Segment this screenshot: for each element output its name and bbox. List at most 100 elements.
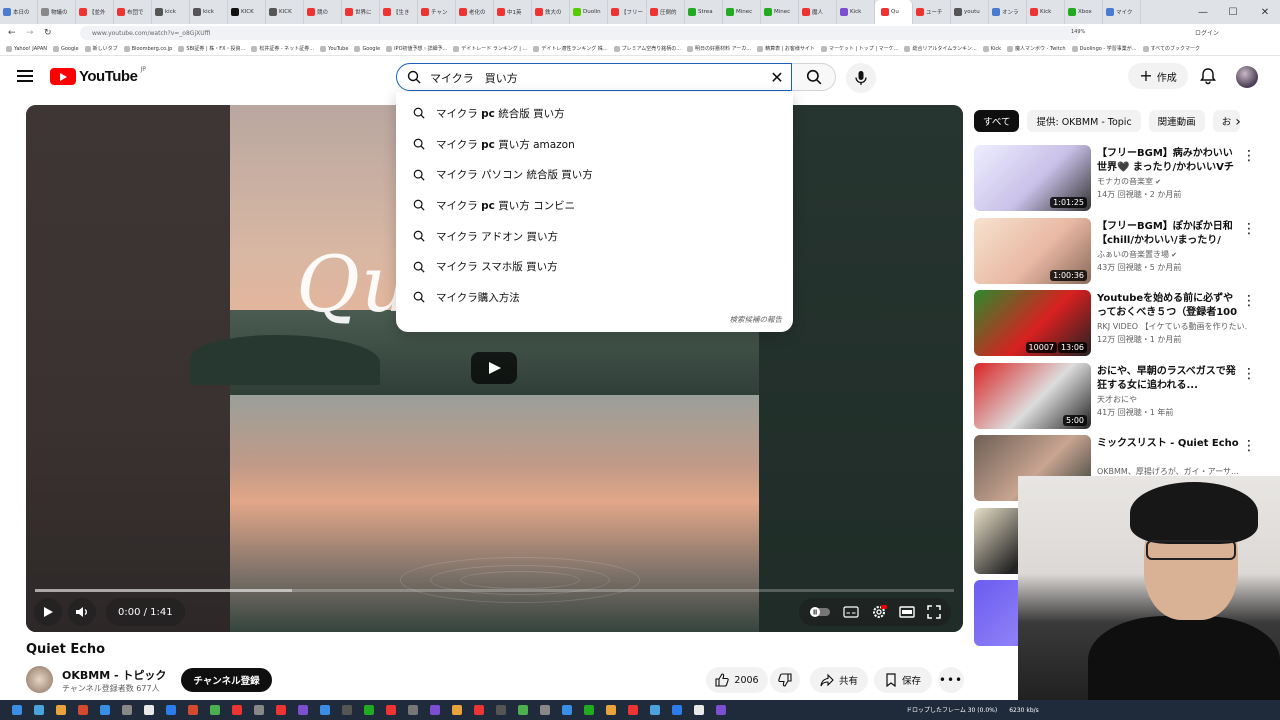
browser-tab[interactable]: ユーチ	[913, 0, 952, 24]
bookmark-item[interactable]: IPO初値予想・詳細予...	[386, 45, 447, 52]
taskbar-app-icon[interactable]	[452, 705, 462, 715]
browser-tab[interactable]: Xbox	[1065, 0, 1104, 24]
search-input[interactable]: マイクラ 買い方 ✕	[396, 63, 792, 91]
recommended-video[interactable]: 5:00 おにや、早朝のラスベガスで発狂する女に追われる... 天才おにや 41万 回…	[974, 362, 1280, 429]
recommended-video[interactable]: 1:01:25 【フリーBGM】病みかわいい世界🖤 まったり/かわいいVチル...…	[974, 145, 1280, 211]
settings-gear-icon[interactable]	[871, 604, 887, 620]
taskbar-app-icon[interactable]	[650, 705, 660, 715]
bookmark-item[interactable]: Google	[354, 45, 380, 52]
more-vertical-icon[interactable]: ⋮	[1242, 147, 1256, 165]
filter-chip[interactable]: 関連動画	[1148, 110, 1205, 132]
browser-tab[interactable]: 競の	[304, 0, 342, 24]
taskbar-app-icon[interactable]	[540, 705, 550, 715]
recommended-title[interactable]: Youtubeを始める前に必ずやっておくべき５つ（登録者100人...	[1097, 292, 1242, 320]
recommended-channel[interactable]: ふぁいの音楽置き場 ✔	[1097, 249, 1247, 260]
subtitles-icon[interactable]	[843, 606, 859, 618]
taskbar-app-icon[interactable]	[606, 705, 616, 715]
bookmark-item[interactable]: 総合リアルタイムランキン...	[904, 45, 977, 52]
browser-tab[interactable]: 魔人	[799, 0, 838, 24]
recommended-title[interactable]: 【フリーBGM】ぽかぽか日和【chill/かわいい/まったり/作...	[1097, 220, 1242, 248]
bookmark-item[interactable]: デイトレ適性ランキング 株...	[533, 45, 608, 52]
taskbar-app-icon[interactable]	[562, 705, 572, 715]
taskbar-app-icon[interactable]	[188, 705, 198, 715]
taskbar-app-icon[interactable]	[210, 705, 220, 715]
chevron-right-icon[interactable]: ›	[1228, 112, 1248, 132]
browser-tab[interactable]: 鉄大の	[532, 0, 570, 24]
taskbar-app-icon[interactable]	[584, 705, 594, 715]
large-play-button[interactable]	[471, 352, 517, 384]
browser-tab[interactable]: Qu	[875, 0, 914, 24]
browser-tab[interactable]: KICK	[266, 0, 304, 24]
taskbar-app-icon[interactable]	[100, 705, 110, 715]
browser-tab[interactable]: 世界に	[342, 0, 380, 24]
browser-tab[interactable]: 物議の	[38, 0, 76, 24]
taskbar-app-icon[interactable]	[298, 705, 308, 715]
taskbar-app-icon[interactable]	[276, 705, 286, 715]
back-icon[interactable]: ←	[8, 28, 16, 38]
taskbar-app-icon[interactable]	[430, 705, 440, 715]
search-suggestion[interactable]: マイクラ購入方法	[396, 282, 793, 313]
taskbar-app-icon[interactable]	[518, 705, 528, 715]
taskbar-app-icon[interactable]	[144, 705, 154, 715]
more-vertical-icon[interactable]: ⋮	[1242, 365, 1256, 383]
browser-tab[interactable]: youtu	[951, 0, 990, 24]
forward-icon[interactable]: →	[26, 28, 34, 38]
taskbar-app-icon[interactable]	[496, 705, 506, 715]
search-query-text[interactable]: マイクラ 買い方	[430, 70, 518, 86]
search-suggestion[interactable]: マイクラ パソコン 統合版 買い方	[396, 159, 793, 190]
taskbar-app-icon[interactable]	[78, 705, 88, 715]
bookmark-item[interactable]: 精算表 | お客様サイト	[757, 45, 815, 52]
bookmark-item[interactable]: Bloomberg.co.jp	[123, 45, 172, 52]
taskbar-app-icon[interactable]	[232, 705, 242, 715]
taskbar-app-icon[interactable]	[254, 705, 264, 715]
browser-tab[interactable]: チャン	[418, 0, 456, 24]
bookmark-item[interactable]: Kick	[982, 45, 1001, 52]
recommended-channel[interactable]: RKJ VIDEO 【イケている動画を作りたい...	[1097, 321, 1247, 332]
bookmark-item[interactable]: デイトレード ランキング | ...	[453, 45, 527, 52]
bookmark-item[interactable]: YouTube	[320, 45, 348, 52]
zoom-indicator[interactable]: 149%	[1071, 29, 1085, 35]
browser-tab[interactable]: Strea	[685, 0, 724, 24]
browser-tab[interactable]: 布団で	[114, 0, 152, 24]
recommended-channel[interactable]: 天才おにや	[1097, 394, 1247, 405]
taskbar-app-icon[interactable]	[672, 705, 682, 715]
browser-tab[interactable]: 老化の	[456, 0, 494, 24]
mute-button[interactable]	[68, 598, 96, 626]
autoplay-toggle-icon[interactable]	[809, 606, 831, 618]
bookmark-item[interactable]: プレミアム空売り銘柄の...	[613, 45, 681, 52]
bookmark-item[interactable]: Yahoo! JAPAN	[6, 45, 47, 52]
theater-mode-icon[interactable]	[899, 606, 915, 618]
browser-tab[interactable]: kick	[190, 0, 228, 24]
video-thumbnail[interactable]: 1:01:25	[974, 145, 1091, 211]
report-suggestions-link[interactable]: 検索候補の報告	[730, 314, 783, 325]
channel-name[interactable]: OKBMM - トピック	[62, 667, 166, 683]
dislike-button[interactable]	[770, 667, 800, 693]
search-suggestion[interactable]: マイクラ スマホ版 買い方	[396, 251, 793, 282]
bookmark-item[interactable]: SBI証券 | 株・FX・投資...	[178, 45, 245, 52]
search-suggestion[interactable]: マイクラ pc 買い方 amazon	[396, 129, 793, 160]
browser-tab[interactable]: オンラ	[989, 0, 1028, 24]
subscribe-button[interactable]: チャンネル登録	[181, 668, 272, 692]
channel-avatar[interactable]	[26, 666, 53, 693]
taskbar-app-icon[interactable]	[386, 705, 396, 715]
taskbar-app-icon[interactable]	[628, 705, 638, 715]
more-vertical-icon[interactable]: ⋮	[1242, 220, 1256, 238]
notifications-bell-icon[interactable]	[1198, 66, 1218, 86]
search-button[interactable]	[792, 63, 836, 91]
taskbar-app-icon[interactable]	[474, 705, 484, 715]
video-thumbnail[interactable]: 5:00	[974, 362, 1091, 429]
browser-tab[interactable]: Kick	[1027, 0, 1066, 24]
browser-tab[interactable]: 中1英	[494, 0, 532, 24]
bookmark-item[interactable]: 明日の好悪材料 アーカ...	[687, 45, 751, 52]
video-thumbnail[interactable]: 13:06 10007	[974, 290, 1091, 356]
recommended-channel[interactable]: モナカの音楽室 ✔	[1097, 176, 1247, 187]
more-vertical-icon[interactable]: ⋮	[1242, 292, 1256, 310]
more-actions-button[interactable]: •••	[938, 667, 964, 693]
browser-tab[interactable]: 【フリー	[608, 0, 648, 24]
browser-tab[interactable]: Duolin	[570, 0, 608, 24]
browser-tab[interactable]: 圧倒的	[647, 0, 686, 24]
recommended-video[interactable]: 13:06 10007 Youtubeを始める前に必ずやっておくべき５つ（登録者10…	[974, 290, 1280, 356]
search-suggestion[interactable]: マイクラ pc 買い方 コンビニ	[396, 190, 793, 221]
bookmark-item[interactable]: マーケット | トップ | マーケ...	[820, 45, 898, 52]
browser-tab[interactable]: kick	[152, 0, 190, 24]
